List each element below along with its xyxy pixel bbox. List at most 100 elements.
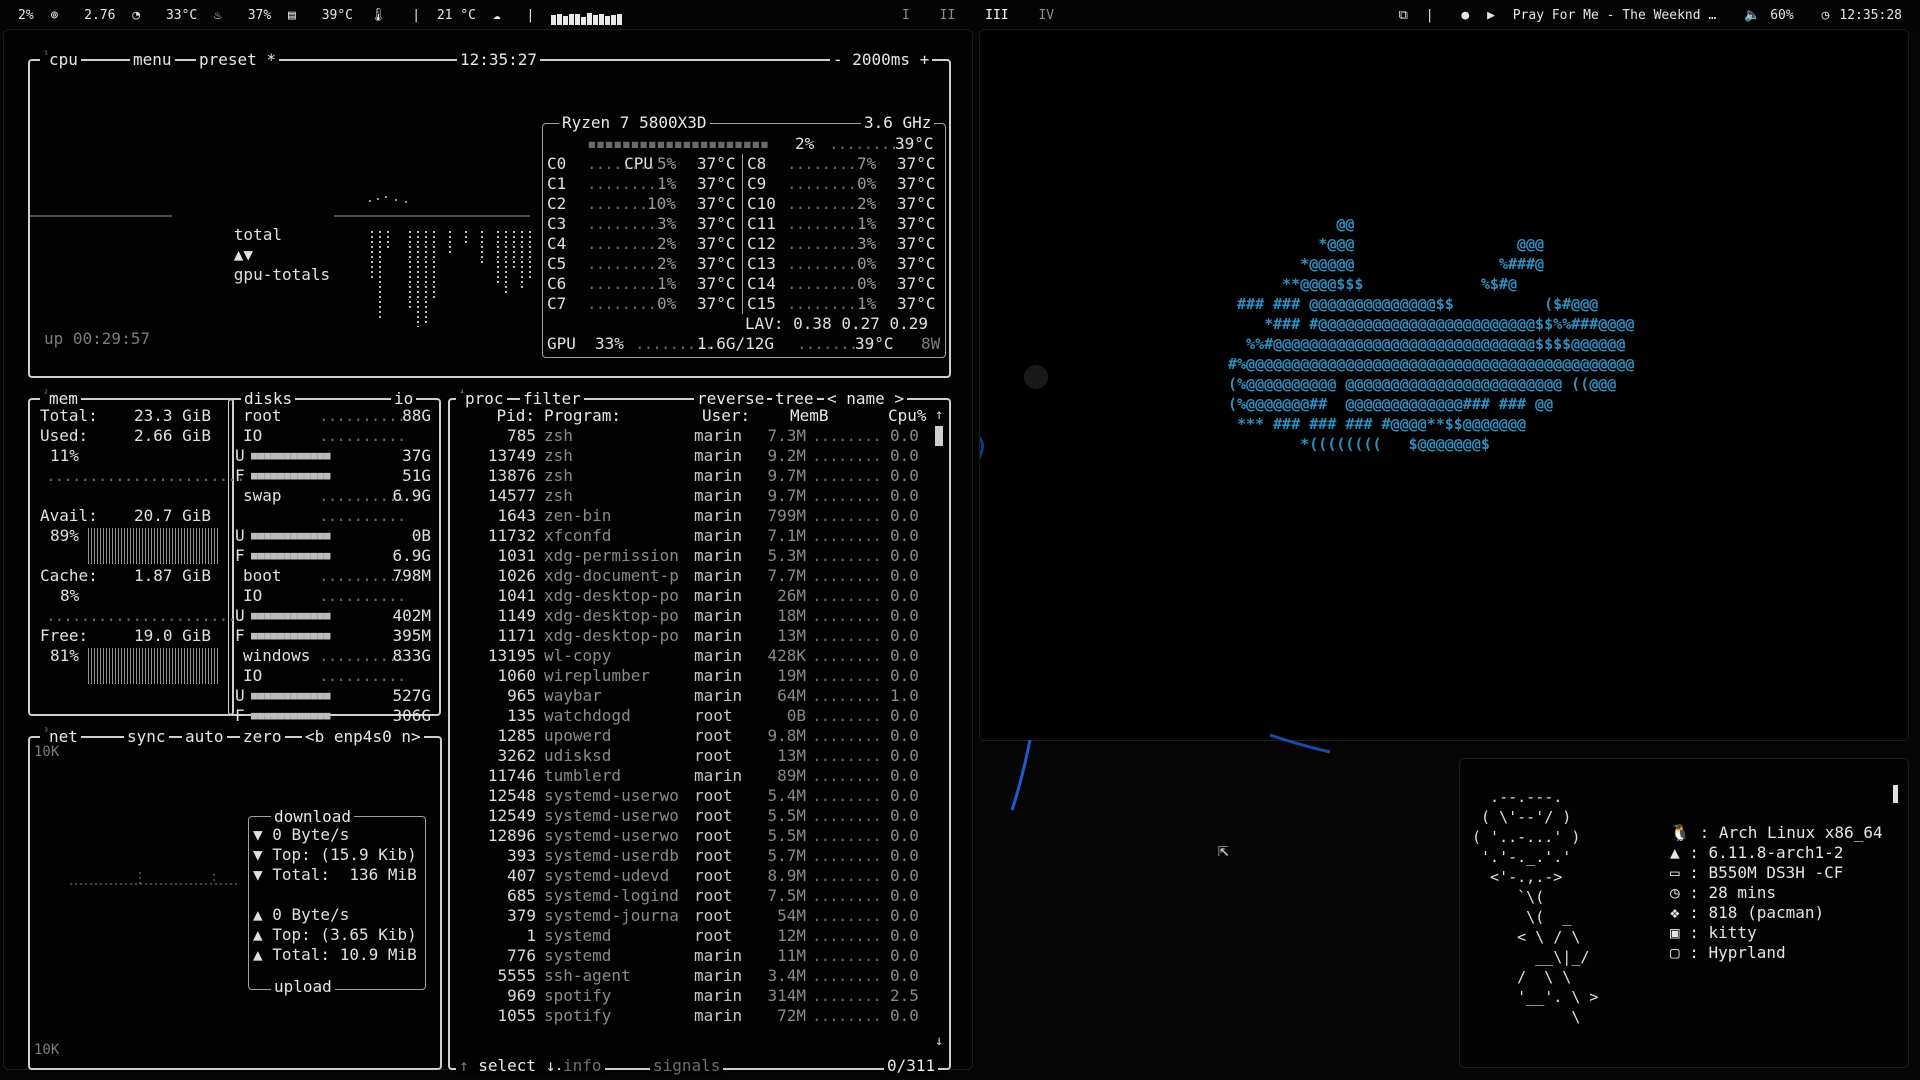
- memory-indicator[interactable]: 37% ▤: [248, 8, 305, 23]
- table-row[interactable]: 11746 tumblerd marin 89M........ 0.0: [450, 766, 950, 786]
- tray-icon[interactable]: ⧉: [1399, 8, 1408, 23]
- table-row[interactable]: 1643 zen-bin marin 799M........ 0.0: [450, 506, 950, 526]
- proc-pid: 1: [526, 926, 536, 945]
- cpu-model: Ryzen 7 5800X3D: [559, 113, 710, 132]
- clock[interactable]: ◷ 12:35:28: [1812, 8, 1902, 23]
- ascii-art-line: *(((((((( $@@@@@@@$: [1228, 435, 1490, 453]
- interval-control[interactable]: - 2000ms +: [830, 50, 933, 69]
- cpu-temp-indicator[interactable]: 33°C ♨: [166, 8, 231, 23]
- table-row[interactable]: 1 systemd root 12M........ 0.0: [450, 926, 950, 946]
- fetch-logo-line: ( '..-...' ): [1472, 828, 1581, 846]
- table-row[interactable]: 1041 xdg-desktop-po marin 26M........ 0.0: [450, 586, 950, 606]
- header-user[interactable]: User:: [702, 406, 750, 426]
- header-mem[interactable]: MemB: [790, 406, 829, 426]
- proc-user: root: [694, 906, 733, 925]
- table-row[interactable]: 379 systemd-journa root 54M........ 0.0: [450, 906, 950, 926]
- volume-indicator[interactable]: 🔈 60%: [1734, 8, 1794, 23]
- scroll-down-icon[interactable]: ↓: [935, 1034, 943, 1048]
- ascii-art-window[interactable]: @@ *@@@ @@@ *@@@@@ %###@ **@@@@$$$ %$#@ …: [979, 29, 1909, 741]
- table-row[interactable]: 1285 upowerd root 9.8M........ 0.0: [450, 726, 950, 746]
- net-next-iface[interactable]: n>: [401, 727, 420, 746]
- preset-button[interactable]: preset *: [196, 50, 280, 69]
- table-row[interactable]: 5555 ssh-agent marin 3.4M........ 0.0: [450, 966, 950, 986]
- table-row[interactable]: 785 zsh marin 7.3M........ 0.0: [450, 426, 950, 446]
- header-cpu[interactable]: Cpu%: [888, 406, 927, 426]
- proc-pid: 1285: [497, 726, 536, 745]
- proc-select[interactable]: select: [478, 1056, 536, 1075]
- media-player[interactable]: ● ▶ Pray For Me - The Weeknd …: [1451, 8, 1716, 23]
- scroll-thumb[interactable]: [935, 426, 943, 446]
- table-row[interactable]: 135 watchdogd root 0B........ 0.0: [450, 706, 950, 726]
- proc-scrollbar[interactable]: ↑ ↓: [935, 408, 945, 1048]
- table-row[interactable]: 12548 systemd-userwo root 5.4M........ 0.0: [450, 786, 950, 806]
- workspace-2[interactable]: II: [940, 8, 956, 23]
- net-auto-toggle[interactable]: auto: [182, 727, 227, 746]
- proc-mem: 8.9M: [767, 866, 806, 885]
- btop-window[interactable]: ¹cpu menu preset * 12:35:27 - 2000ms + t…: [3, 29, 973, 1075]
- proc-user: root: [694, 866, 733, 885]
- fetch-item: ◷ : 28 mins: [1670, 883, 1776, 903]
- table-row[interactable]: 1060 wireplumber marin 19M........ 0.0: [450, 666, 950, 686]
- spotify-icon: ●: [1461, 8, 1470, 23]
- cpu-info-box: Ryzen 7 5800X3D 3.6 GHz CPU ▪▪▪▪▪▪▪▪▪▪▪▪…: [542, 113, 946, 358]
- table-row[interactable]: 13876 zsh marin 9.7M........ 0.0: [450, 466, 950, 486]
- proc-cpu: 0.0: [890, 546, 919, 565]
- net-sync-toggle[interactable]: sync: [124, 727, 169, 746]
- proc-mem-meter: ........: [812, 766, 882, 785]
- proc-user: marin: [694, 486, 743, 505]
- menu-button[interactable]: menu: [130, 50, 175, 69]
- proc-info-button[interactable]: info: [560, 1056, 605, 1075]
- proc-user: root: [694, 806, 733, 825]
- table-row[interactable]: 12896 systemd-userwo root 5.5M........ 0.0: [450, 826, 950, 846]
- disk-used-label: U: [235, 446, 245, 465]
- table-row[interactable]: 3262 udisksd root 13M........ 0.0: [450, 746, 950, 766]
- scroll-up-icon[interactable]: ↑: [935, 408, 945, 422]
- table-row[interactable]: 12549 systemd-userwo root 5.5M........ 0.0: [450, 806, 950, 826]
- cpu-usage-indicator[interactable]: 2% ⊚: [18, 8, 67, 23]
- table-row[interactable]: 1031 xdg-permission marin 5.3M........ 0.0: [450, 546, 950, 566]
- table-row[interactable]: 13749 zsh marin 9.2M........ 0.0: [450, 446, 950, 466]
- fastfetch-window[interactable]: .--.---. ( \'--'/ ) ( '..-...' ) '.'-._.'…: [1459, 758, 1909, 1068]
- workspace-1[interactable]: I: [902, 8, 910, 23]
- table-row[interactable]: 685 systemd-logind root 7.5M........ 0.0: [450, 886, 950, 906]
- table-row[interactable]: 1055 spotify marin 72M........ 0.0: [450, 1006, 950, 1026]
- table-row[interactable]: 407 systemd-udevd root 8.9M........ 0.0: [450, 866, 950, 886]
- workspace-4[interactable]: IV: [1038, 8, 1054, 23]
- table-row[interactable]: 965 waybar marin 64M........ 1.0: [450, 686, 950, 706]
- download-rate: 0 Byte/s: [272, 825, 350, 844]
- proc-mem-meter: ........: [812, 706, 882, 725]
- gpu-temp-indicator[interactable]: 39°C 🌡: [322, 8, 396, 23]
- core-meter: ........: [587, 174, 657, 193]
- table-row[interactable]: 1149 xdg-desktop-po marin 18M........ 0.0: [450, 606, 950, 626]
- header-pid[interactable]: Pid:: [496, 406, 535, 426]
- table-row[interactable]: 969 spotify marin 314M........ 2.5: [450, 986, 950, 1006]
- fetch-value: : Arch Linux x86_64: [1699, 823, 1883, 842]
- package-icon: ❖: [1670, 903, 1690, 922]
- table-row[interactable]: 393 systemd-userdb root 5.7M........ 0.0: [450, 846, 950, 866]
- net-prev-iface[interactable]: <b: [305, 727, 324, 746]
- disk-used-value: 527G: [392, 686, 431, 705]
- workspace-3[interactable]: III: [985, 8, 1008, 23]
- table-row[interactable]: 14577 zsh marin 9.7M........ 0.0: [450, 486, 950, 506]
- weather-indicator[interactable]: 21 °C ☁: [437, 8, 510, 23]
- graph-toggle-icon[interactable]: ▲▼: [234, 245, 253, 264]
- workspace-switcher: I II III IV: [902, 8, 1076, 23]
- proc-program: wireplumber: [544, 666, 650, 685]
- proc-mem: 5.3M: [767, 546, 806, 565]
- table-row[interactable]: 13195 wl-copy marin 428K........ 0.0: [450, 646, 950, 666]
- table-row[interactable]: 776 systemd marin 11M........ 0.0: [450, 946, 950, 966]
- table-row[interactable]: 1026 xdg-document-p marin 7.7M........ 0.0: [450, 566, 950, 586]
- table-row[interactable]: 1171 xdg-desktop-po marin 13M........ 0.0: [450, 626, 950, 646]
- proc-signals-button[interactable]: signals: [650, 1056, 724, 1075]
- proc-cpu: 0.0: [890, 446, 919, 465]
- proc-mem: 7.1M: [767, 526, 806, 545]
- cpu-title[interactable]: cpu: [49, 50, 78, 69]
- proc-user: marin: [694, 586, 743, 605]
- net-zero-toggle[interactable]: zero: [240, 727, 285, 746]
- play-icon[interactable]: ▶: [1487, 8, 1495, 23]
- header-program[interactable]: Program:: [544, 406, 621, 426]
- table-row[interactable]: 11732 xfconfd marin 7.1M........ 0.0: [450, 526, 950, 546]
- proc-user: marin: [694, 966, 743, 985]
- load-indicator[interactable]: 2.76 ◔: [84, 8, 149, 23]
- mem-used-pct: 11%: [50, 446, 79, 465]
